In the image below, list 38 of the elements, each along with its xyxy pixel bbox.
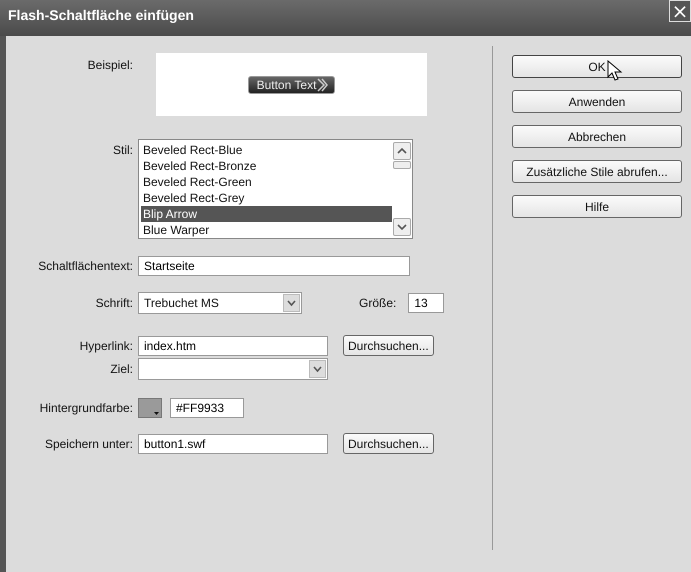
field-label: Schaltflächentext: <box>37 259 134 273</box>
close-button[interactable]: × <box>669 0 691 22</box>
target-dropdown[interactable] <box>138 358 328 380</box>
list-item[interactable]: Blue Warper <box>141 222 392 238</box>
list-item[interactable]: Beveled Rect-Grey <box>141 190 392 206</box>
text-field[interactable]: index.htm <box>138 336 328 356</box>
chevron-icon <box>316 78 328 92</box>
font-dropdown[interactable]: Trebuchet MS <box>138 292 302 314</box>
dialog-button[interactable]: Zusätzliche Stile abrufen... <box>512 160 682 183</box>
field-label: Speichern unter: <box>44 436 134 450</box>
field-label: Hyperlink: <box>78 338 134 352</box>
dialog-button[interactable]: Anwenden <box>512 90 682 113</box>
browse-button[interactable]: Durchsuchen... <box>343 335 434 356</box>
field-label: Hintergrundfarbe: <box>38 401 134 415</box>
size-field[interactable]: 13 <box>408 293 444 313</box>
dialog-button[interactable]: Hilfe <box>512 195 682 218</box>
scroll-down-icon[interactable] <box>393 218 411 236</box>
color-swatch[interactable] <box>138 398 162 418</box>
scroll-thumb[interactable] <box>393 161 411 169</box>
browse-button[interactable]: Durchsuchen... <box>343 433 434 454</box>
scroll-up-icon[interactable] <box>393 142 411 160</box>
field-label: Stil: <box>112 143 134 157</box>
cursor-icon <box>607 60 623 82</box>
list-item[interactable]: Blip Arrow <box>141 206 392 222</box>
color-field[interactable]: #FF9933 <box>170 398 244 418</box>
list-item[interactable]: Beveled Rect-Bronze <box>141 158 392 174</box>
dialog-button[interactable]: OK <box>512 55 682 78</box>
field-label: Ziel: <box>109 362 134 376</box>
field-label: Größe: <box>359 296 396 310</box>
text-field[interactable]: Startseite <box>138 256 410 276</box>
list-item[interactable]: Beveled Rect-Green <box>141 174 392 190</box>
style-list[interactable]: Beveled Rect-Blue Beveled Rect-Bronze Beveled Rect-Green Beveled Rect-Grey Blip Arrow Blue Warper <box>138 139 413 239</box>
window-title: Flash-Schaltfläche einfügen <box>7 6 194 23</box>
list-item[interactable]: Beveled Rect-Blue <box>141 142 392 158</box>
field-label: Schrift: <box>94 296 134 310</box>
field-label: Beispiel: <box>86 58 134 72</box>
dialog-button[interactable]: Abbrechen <box>512 125 682 148</box>
text-field[interactable]: button1.swf <box>138 434 328 454</box>
